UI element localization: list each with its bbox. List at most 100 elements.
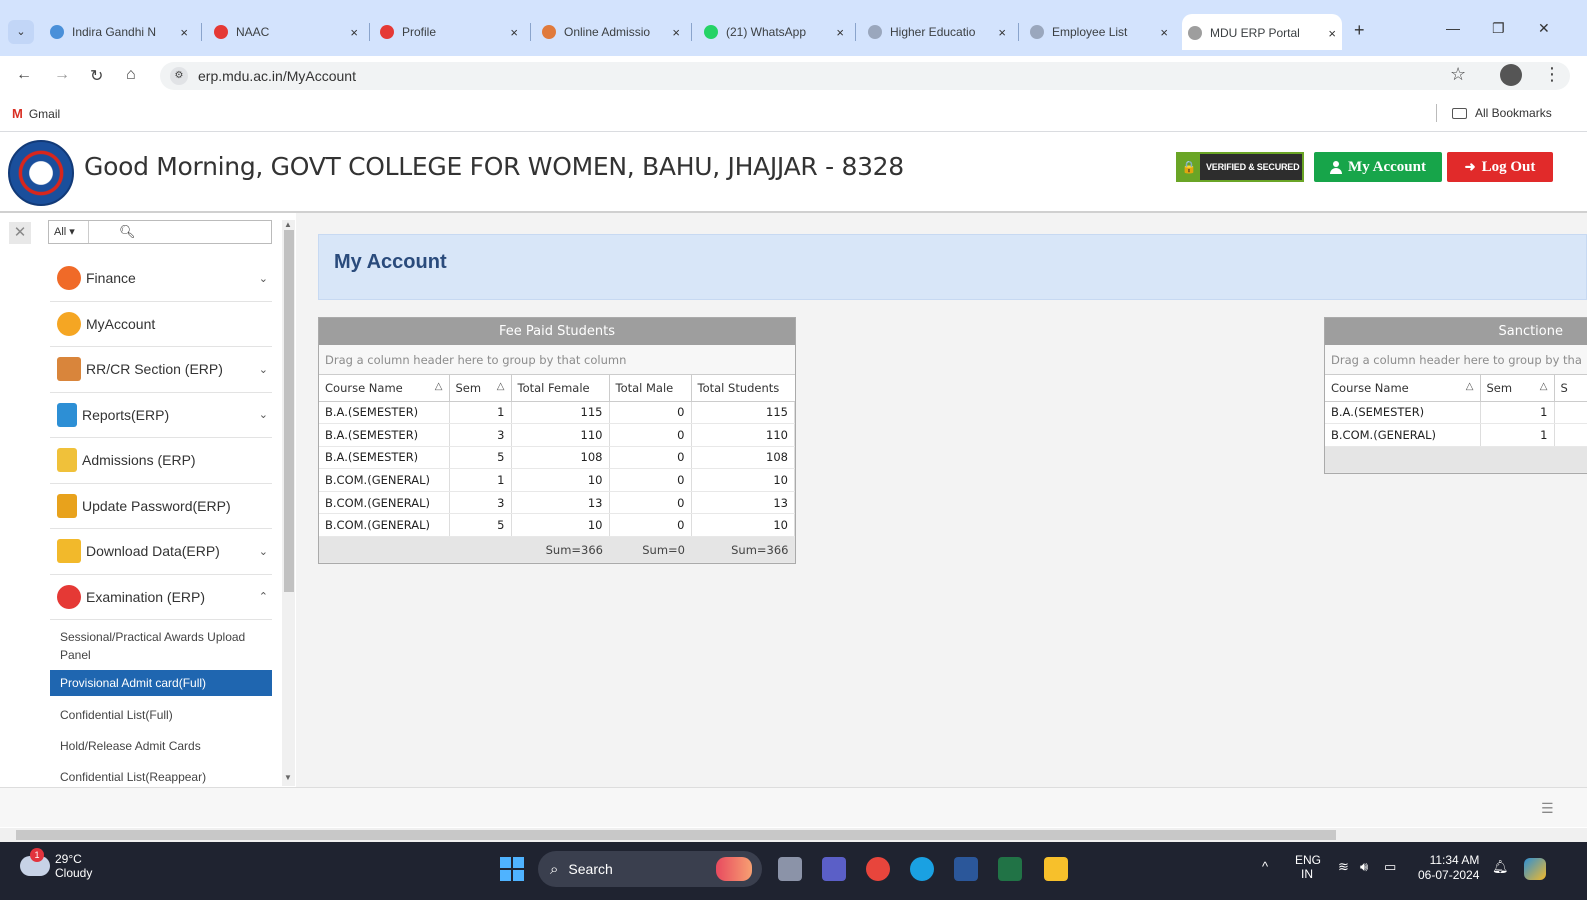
sidebar-item-label: Examination (ERP): [86, 588, 206, 605]
copilot-icon[interactable]: [1524, 858, 1546, 880]
submenu-item-confidential-list[interactable]: Confidential List(Full): [50, 702, 272, 728]
hamburger-icon[interactable]: ☰: [1541, 800, 1554, 817]
group-by-panel[interactable]: Drag a column header here to group by th…: [1325, 345, 1587, 375]
tab-close-icon[interactable]: ×: [998, 25, 1006, 40]
flowers-widget-icon[interactable]: [716, 857, 752, 881]
back-icon[interactable]: ←: [16, 66, 32, 84]
home-icon[interactable]: ⌂: [126, 66, 136, 84]
close-sidebar-icon[interactable]: ✕: [9, 222, 31, 244]
tab-mdu-erp-portal[interactable]: MDU ERP Portal ×: [1182, 14, 1342, 50]
excel-icon[interactable]: [998, 857, 1022, 881]
column-header-sem[interactable]: Sem △: [1480, 375, 1555, 402]
weather-widget[interactable]: 1 29°C Cloudy: [20, 848, 92, 880]
tab-higher-education[interactable]: Higher Educatio ×: [862, 20, 1012, 44]
submenu-item-hold-release[interactable]: Hold/Release Admit Cards: [50, 733, 272, 759]
sidebar-item-admissions[interactable]: Admissions (ERP): [50, 438, 272, 484]
url-text[interactable]: erp.mdu.ac.in/MyAccount: [198, 68, 356, 84]
tab-indira-gandhi[interactable]: Indira Gandhi N ×: [44, 20, 194, 44]
my-account-button[interactable]: My Account: [1314, 152, 1442, 182]
new-tab-button[interactable]: +: [1354, 20, 1365, 41]
forward-icon[interactable]: →: [54, 66, 70, 84]
column-header-total-students[interactable]: Total Students: [691, 375, 795, 402]
column-header-course-name[interactable]: Course Name △: [1325, 375, 1481, 402]
file-explorer-icon[interactable]: [1044, 857, 1068, 881]
summary-cell-empty: [319, 536, 449, 564]
bookmark-gmail[interactable]: M Gmail: [12, 106, 60, 121]
site-info-icon[interactable]: ⚙: [170, 67, 188, 85]
sort-icon[interactable]: △: [497, 381, 505, 392]
tab-close-icon[interactable]: ×: [836, 25, 844, 40]
group-by-panel[interactable]: Drag a column header here to group by th…: [319, 345, 795, 375]
all-bookmarks-button[interactable]: All Bookmarks: [1452, 106, 1552, 120]
sidebar-item-update-password[interactable]: Update Password(ERP): [50, 483, 272, 529]
sidebar-item-examination[interactable]: Examination (ERP) ⌃: [50, 574, 272, 620]
submenu-item-provisional-admit-card[interactable]: Provisional Admit card(Full): [50, 670, 272, 696]
table-row[interactable]: B.COM.(GENERAL) 1: [1325, 423, 1587, 447]
wifi-icon[interactable]: ≋: [1338, 860, 1349, 874]
windows-start-icon[interactable]: [500, 857, 524, 881]
sort-icon[interactable]: △: [1466, 381, 1474, 392]
omnibox[interactable]: [160, 62, 1570, 90]
volume-icon[interactable]: 🔊︎: [1360, 860, 1368, 874]
column-header-course-name[interactable]: Course Name △: [319, 375, 450, 402]
column-header-total-male[interactable]: Total Male: [609, 375, 692, 402]
reload-icon[interactable]: ↻: [90, 66, 103, 86]
notification-bell-icon[interactable]: 🔔︎: [1492, 860, 1509, 874]
column-header-s[interactable]: S: [1554, 375, 1587, 402]
sidebar-item-rrcr-section[interactable]: RR/CR Section (ERP) ⌄: [50, 347, 272, 393]
tab-employee-list[interactable]: Employee List ×: [1024, 20, 1174, 44]
tab-close-icon[interactable]: ×: [180, 25, 188, 40]
table-row[interactable]: B.COM.(GENERAL) 1 10 0 10: [319, 468, 795, 492]
tab-close-icon[interactable]: ×: [1328, 26, 1336, 41]
tab-close-icon[interactable]: ×: [1160, 25, 1168, 40]
bookmark-star-icon[interactable]: ☆: [1450, 64, 1466, 85]
tab-close-icon[interactable]: ×: [672, 25, 680, 40]
sidebar-item-finance[interactable]: Finance ⌄: [50, 256, 272, 302]
sort-icon[interactable]: △: [435, 381, 443, 392]
restore-icon[interactable]: ❐: [1492, 20, 1505, 37]
table-row[interactable]: B.A.(SEMESTER) 1 115 0 115: [319, 401, 795, 425]
window-close-icon[interactable]: ✕: [1538, 20, 1550, 37]
chevron-up-icon[interactable]: ^: [1262, 860, 1268, 874]
scroll-down-icon[interactable]: ▼: [284, 773, 292, 782]
table-row[interactable]: B.A.(SEMESTER) 1: [1325, 401, 1587, 425]
scroll-up-icon[interactable]: ▲: [284, 220, 292, 229]
table-row[interactable]: B.COM.(GENERAL) 5 10 0 10: [319, 513, 795, 538]
taskbar-search-label: Search: [568, 861, 613, 877]
table-row[interactable]: B.A.(SEMESTER) 5 108 0 108: [319, 446, 795, 470]
profile-avatar[interactable]: [1500, 64, 1522, 86]
sort-icon[interactable]: △: [1540, 381, 1548, 392]
tab-search-button[interactable]: ⌄: [8, 20, 34, 44]
sidebar-item-myaccount[interactable]: MyAccount: [50, 301, 272, 347]
table-row[interactable]: B.A.(SEMESTER) 3 110 0 110: [319, 423, 795, 447]
sidebar-item-reports[interactable]: Reports(ERP) ⌄: [50, 392, 272, 438]
tab-online-admission[interactable]: Online Admissio ×: [536, 20, 686, 44]
tab-profile[interactable]: Profile ×: [374, 20, 524, 44]
verified-secured-badge[interactable]: 🔒 VERIFIED & SECURED: [1176, 152, 1304, 182]
browser-menu-icon[interactable]: ⋮: [1543, 64, 1561, 85]
sidebar-scroll-thumb[interactable]: [284, 230, 294, 592]
chrome-icon[interactable]: [866, 857, 890, 881]
logout-button[interactable]: ➜ Log Out: [1447, 152, 1553, 182]
minimize-icon[interactable]: —: [1446, 20, 1460, 36]
tab-close-icon[interactable]: ×: [350, 25, 358, 40]
battery-icon[interactable]: ▭: [1384, 860, 1396, 874]
edge-icon[interactable]: [910, 857, 934, 881]
task-view-icon[interactable]: [778, 857, 802, 881]
language-indicator[interactable]: ENG IN: [1295, 853, 1321, 881]
column-header-sem[interactable]: Sem △: [449, 375, 512, 402]
search-icon[interactable]: 🔍︎: [119, 224, 136, 240]
teams-icon[interactable]: [822, 857, 846, 881]
menu-search-box[interactable]: All ▾ 🔍︎: [48, 220, 272, 244]
submenu-item-sessional-awards[interactable]: Sessional/Practical Awards Upload Panel: [50, 620, 272, 668]
search-filter-select[interactable]: All ▾: [49, 221, 89, 243]
system-clock[interactable]: 11:34 AM 06-07-2024: [1418, 853, 1479, 883]
word-icon[interactable]: [954, 857, 978, 881]
tab-close-icon[interactable]: ×: [510, 25, 518, 40]
horizontal-scroll-thumb[interactable]: [16, 830, 1336, 840]
sidebar-item-download-data[interactable]: Download Data(ERP) ⌄: [50, 529, 272, 575]
table-row[interactable]: B.COM.(GENERAL) 3 13 0 13: [319, 491, 795, 515]
tab-naac[interactable]: NAAC ×: [208, 20, 364, 44]
tab-whatsapp[interactable]: (21) WhatsApp ×: [698, 20, 850, 44]
column-header-total-female[interactable]: Total Female: [511, 375, 610, 402]
